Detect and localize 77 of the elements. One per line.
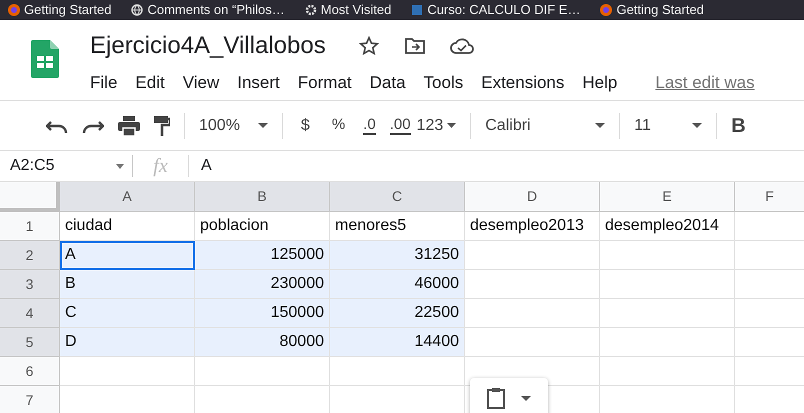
menu-item[interactable]: Help xyxy=(582,70,618,96)
table-cell[interactable]: poblacion xyxy=(195,212,330,241)
column-header[interactable]: A xyxy=(60,182,195,212)
row-header[interactable]: 2 xyxy=(0,241,60,270)
table-cell[interactable]: A xyxy=(60,241,195,270)
bookmark-favicon-icon xyxy=(411,4,424,16)
column-header[interactable]: E xyxy=(600,182,735,212)
bookmark-link[interactable]: Curso: CALCULO DIF E… xyxy=(427,0,580,20)
table-cell[interactable]: 31250 xyxy=(330,241,465,270)
menu-item[interactable]: Insert xyxy=(237,70,280,96)
table-cell[interactable]: desempleo2013 xyxy=(465,212,600,241)
decrease-decimals-button[interactable]: .0 xyxy=(363,116,376,134)
gear-icon xyxy=(304,4,317,16)
row-header[interactable]: 1 xyxy=(0,212,60,241)
table-cell[interactable]: 14400 xyxy=(330,328,465,357)
caret-icon xyxy=(447,123,456,128)
menu-item[interactable]: Data xyxy=(370,70,406,96)
function-label: fx xyxy=(133,155,189,177)
number-format-dropdown[interactable]: 123 xyxy=(416,114,456,138)
increase-decimals-button[interactable]: .00 xyxy=(390,116,411,134)
table-cell[interactable]: 150000 xyxy=(195,299,330,328)
row-header[interactable]: 5 xyxy=(0,328,60,357)
column-header[interactable]: C xyxy=(330,182,465,212)
menu-item[interactable]: Tools xyxy=(424,70,464,96)
column-header[interactable]: B xyxy=(195,182,330,212)
clipboard-icon xyxy=(487,387,505,409)
paste-options-menu[interactable] xyxy=(470,378,548,413)
currency-button[interactable]: $ xyxy=(296,114,314,138)
menu-item[interactable]: Extensions xyxy=(481,70,564,96)
bookmark-link[interactable]: Getting Started xyxy=(616,0,704,20)
menu-item[interactable]: View xyxy=(182,70,220,96)
bookmark-link[interactable]: Comments on “Philos… xyxy=(147,0,285,20)
last-edit-link[interactable]: Last edit was xyxy=(655,70,755,96)
star-icon[interactable] xyxy=(358,35,380,57)
globe-icon xyxy=(131,4,144,16)
caret-icon xyxy=(692,123,702,128)
paint-format-icon[interactable] xyxy=(154,116,170,136)
table-cell[interactable]: 46000 xyxy=(330,270,465,299)
menu-item[interactable]: Format xyxy=(298,70,352,96)
table-cell[interactable]: 230000 xyxy=(195,270,330,299)
caret-icon xyxy=(258,123,268,128)
font-dropdown[interactable]: Calibri xyxy=(485,114,606,138)
row-header[interactable]: 6 xyxy=(0,357,60,386)
table-cell[interactable]: 125000 xyxy=(195,241,330,270)
table-cell[interactable]: C xyxy=(60,299,195,328)
table-cell[interactable]: D xyxy=(60,328,195,357)
column-header[interactable]: D xyxy=(465,182,600,212)
bookmark-favicon-icon xyxy=(600,4,612,16)
table-cell[interactable]: 80000 xyxy=(195,328,330,357)
corner-cell[interactable] xyxy=(0,182,60,212)
table-cell[interactable]: ciudad xyxy=(60,212,195,241)
percent-button[interactable]: % xyxy=(328,114,350,137)
print-icon[interactable] xyxy=(118,116,140,136)
bookmark-link[interactable]: Most Visited xyxy=(320,0,392,20)
name-box[interactable]: A2:C5 xyxy=(10,154,54,178)
bookmark-link[interactable]: Getting Started xyxy=(24,0,112,20)
sheets-logo-icon xyxy=(31,40,59,78)
table-cell[interactable]: B xyxy=(60,270,195,299)
caret-icon xyxy=(595,123,606,128)
zoom-dropdown[interactable]: 100% xyxy=(199,114,268,138)
cloud-check-icon[interactable] xyxy=(450,37,474,55)
caret-icon xyxy=(521,396,531,400)
caret-icon[interactable] xyxy=(116,164,124,168)
formula-input[interactable]: A xyxy=(189,154,212,178)
table-cell[interactable]: desempleo2014 xyxy=(600,212,735,241)
row-header[interactable]: 3 xyxy=(0,270,60,299)
row-header[interactable]: 4 xyxy=(0,299,60,328)
table-cell[interactable]: menores5 xyxy=(330,212,465,241)
bold-button[interactable]: B xyxy=(731,110,746,140)
menu-item[interactable]: Edit xyxy=(135,70,165,96)
font-size-dropdown[interactable]: 11 xyxy=(634,114,702,138)
table-cell[interactable]: 22500 xyxy=(330,299,465,328)
bookmark-favicon-icon xyxy=(8,4,20,16)
folder-icon[interactable] xyxy=(404,36,426,56)
menu-item[interactable]: File xyxy=(90,70,118,96)
row-header[interactable]: 7 xyxy=(0,386,60,413)
document-title[interactable]: Ejercicio4A_Villalobos xyxy=(90,28,334,64)
